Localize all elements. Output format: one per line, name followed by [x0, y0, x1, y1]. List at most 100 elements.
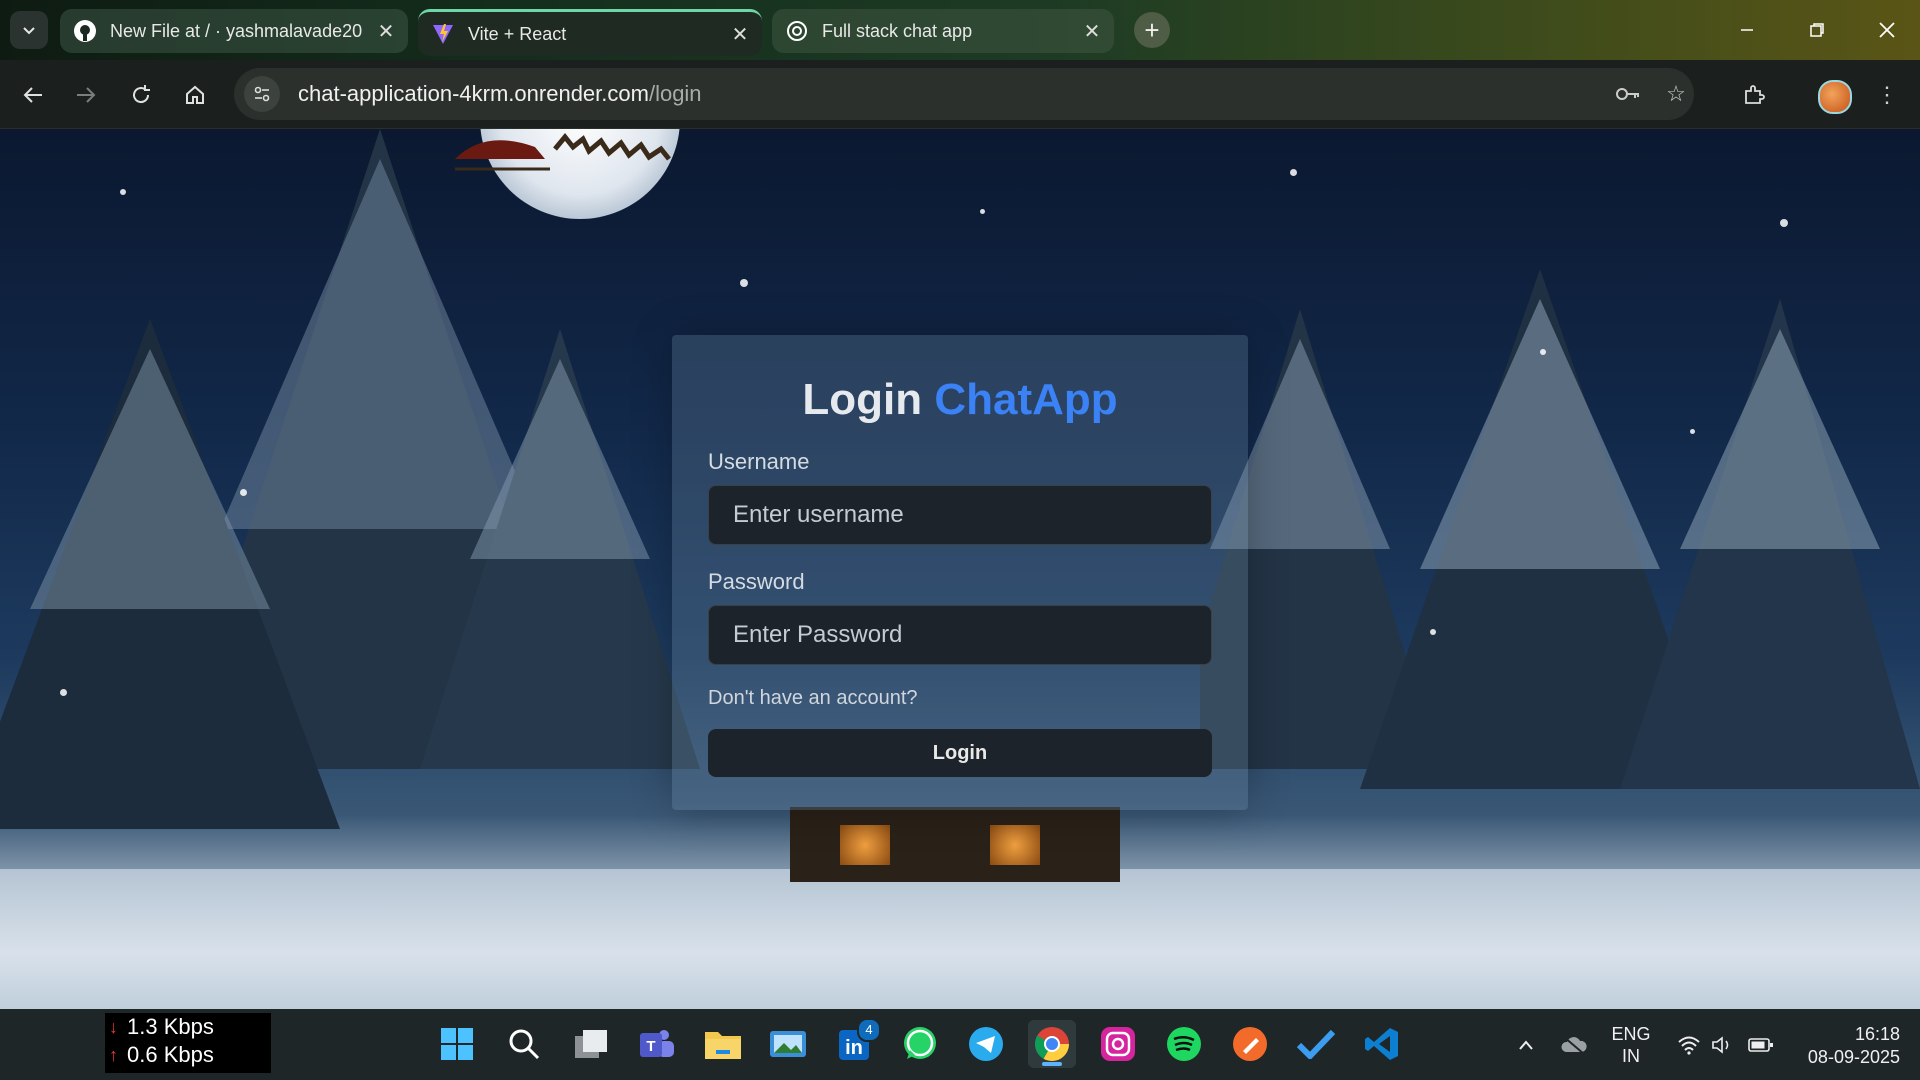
volume-button[interactable] [1710, 1033, 1736, 1057]
arrow-right-icon [77, 87, 96, 103]
password-input[interactable] [708, 605, 1212, 665]
signup-link[interactable]: Don't have an account? [708, 687, 918, 710]
github-icon [72, 18, 98, 44]
page-title: Login ChatApp [672, 375, 1248, 425]
close-icon[interactable]: ✕ [372, 19, 400, 44]
taskbar: ↓ 1.3 Kbps ↑ 0.6 Kbps T in 4 ENG IN 16:1… [0, 1009, 1920, 1080]
url-path: /login [648, 81, 702, 106]
tab-search-button[interactable] [10, 11, 48, 49]
restore-icon [1810, 23, 1824, 37]
extensions-button[interactable] [1736, 77, 1772, 113]
url-text[interactable]: chat-application-4krm.onrender.com/login [298, 81, 702, 107]
taskbar-search-button[interactable] [500, 1020, 548, 1068]
language-indicator[interactable]: ENG IN [1606, 1023, 1656, 1067]
chevron-down-icon [23, 27, 35, 35]
tab-full-stack-chat[interactable]: Full stack chat app ✕ [772, 9, 1114, 53]
onedrive-button[interactable] [1560, 1033, 1588, 1057]
page-background: Login ChatApp Username Password Don't ha… [0, 129, 1920, 1009]
tab-title: Full stack chat app [822, 20, 973, 41]
search-icon [509, 1029, 540, 1060]
restore-button[interactable] [1792, 12, 1842, 48]
tab-github[interactable]: New File at / · yashmalavade20 ✕ [60, 9, 408, 53]
wifi-icon [1678, 1036, 1700, 1055]
close-icon[interactable]: ✕ [1078, 19, 1106, 44]
photos-app[interactable] [764, 1020, 812, 1068]
snowflake [240, 489, 247, 496]
password-label: Password [708, 569, 805, 594]
tab-strip: New File at / · yashmalavade20 ✕ Vite + … [0, 0, 1920, 60]
windows-start-icon [441, 1028, 473, 1060]
instagram-app[interactable] [1094, 1020, 1142, 1068]
tab-title: New File at / · yashmalavade20 [110, 20, 363, 41]
password-key-button[interactable] [1610, 76, 1646, 112]
spotify-icon [1167, 1027, 1201, 1061]
new-tab-button[interactable]: + [1134, 12, 1170, 48]
linkedin-app[interactable]: in 4 [831, 1018, 881, 1068]
reload-button[interactable] [123, 77, 159, 113]
key-icon [1616, 88, 1639, 100]
battery-button[interactable] [1746, 1033, 1776, 1057]
clock-date: 08-09-2025 [1807, 1047, 1900, 1067]
net-down-speed: 1.3 Kbps [127, 1014, 214, 1039]
menu-button[interactable]: ⋮ [1869, 77, 1905, 113]
battery-icon [1748, 1038, 1773, 1052]
login-button[interactable]: Login [708, 729, 1212, 777]
snowflake [980, 209, 985, 214]
openai-icon [784, 18, 810, 44]
reload-icon [133, 85, 150, 104]
cloud-off-icon [1561, 1036, 1587, 1055]
tune-icon [254, 86, 270, 102]
telegram-app[interactable] [962, 1020, 1010, 1068]
snowflake [60, 689, 67, 696]
bookmark-button[interactable]: ☆ [1658, 76, 1694, 112]
telegram-icon [969, 1027, 1003, 1061]
chrome-app[interactable] [1028, 1020, 1076, 1068]
speaker-icon [1712, 1036, 1729, 1054]
teams-app[interactable]: T [633, 1020, 681, 1068]
whatsapp-icon [904, 1027, 936, 1059]
arrow-left-icon [23, 87, 42, 103]
star-icon: ☆ [1666, 81, 1686, 106]
chevron-up-icon [1519, 1040, 1533, 1050]
vscode-icon [1365, 1028, 1398, 1060]
home-button[interactable] [177, 77, 213, 113]
vscode-app[interactable] [1358, 1020, 1406, 1068]
file-explorer-app[interactable] [699, 1020, 747, 1068]
task-view-button[interactable] [567, 1020, 615, 1068]
forward-button[interactable] [68, 77, 104, 113]
task-view-icon [575, 1030, 607, 1058]
profile-avatar[interactable] [1818, 80, 1852, 114]
whatsapp-app[interactable] [896, 1020, 944, 1068]
back-button[interactable] [15, 77, 51, 113]
wifi-button[interactable] [1676, 1033, 1702, 1057]
photos-icon [770, 1031, 806, 1057]
minimize-button[interactable] [1722, 12, 1772, 48]
start-button[interactable] [433, 1020, 481, 1068]
username-input[interactable] [708, 485, 1212, 545]
plus-icon: + [1144, 14, 1160, 45]
active-indicator [1042, 1062, 1062, 1066]
net-up-speed: 0.6 Kbps [127, 1042, 214, 1067]
show-hidden-icons-button[interactable] [1514, 1033, 1538, 1057]
address-bar[interactable]: chat-application-4krm.onrender.com/login… [234, 68, 1694, 120]
more-vert-icon: ⋮ [1876, 82, 1898, 107]
arrow-down-icon: ↓ [109, 1017, 118, 1037]
brand-name: ChatApp [934, 375, 1118, 424]
site-info-button[interactable] [244, 76, 280, 112]
clock[interactable]: 16:18 08-09-2025 [1780, 1023, 1900, 1069]
login-card: Login ChatApp Username Password Don't ha… [672, 335, 1248, 810]
tab-vite-react[interactable]: Vite + React ✕ [418, 9, 762, 56]
svg-text:in: in [845, 1037, 863, 1059]
close-icon[interactable]: ✕ [726, 22, 754, 47]
snowflake [740, 279, 748, 287]
browser-toolbar: chat-application-4krm.onrender.com/login… [0, 60, 1920, 129]
todo-app[interactable] [1292, 1020, 1340, 1068]
spotify-app[interactable] [1160, 1020, 1208, 1068]
sketch-app[interactable] [1226, 1020, 1274, 1068]
cabin-graphic [790, 807, 1120, 882]
snowflake [1290, 169, 1297, 176]
language-code: ENG [1611, 1024, 1651, 1044]
tab-title: Vite + React [468, 23, 567, 44]
login-title-text: Login [802, 375, 923, 424]
close-window-button[interactable] [1862, 12, 1912, 48]
